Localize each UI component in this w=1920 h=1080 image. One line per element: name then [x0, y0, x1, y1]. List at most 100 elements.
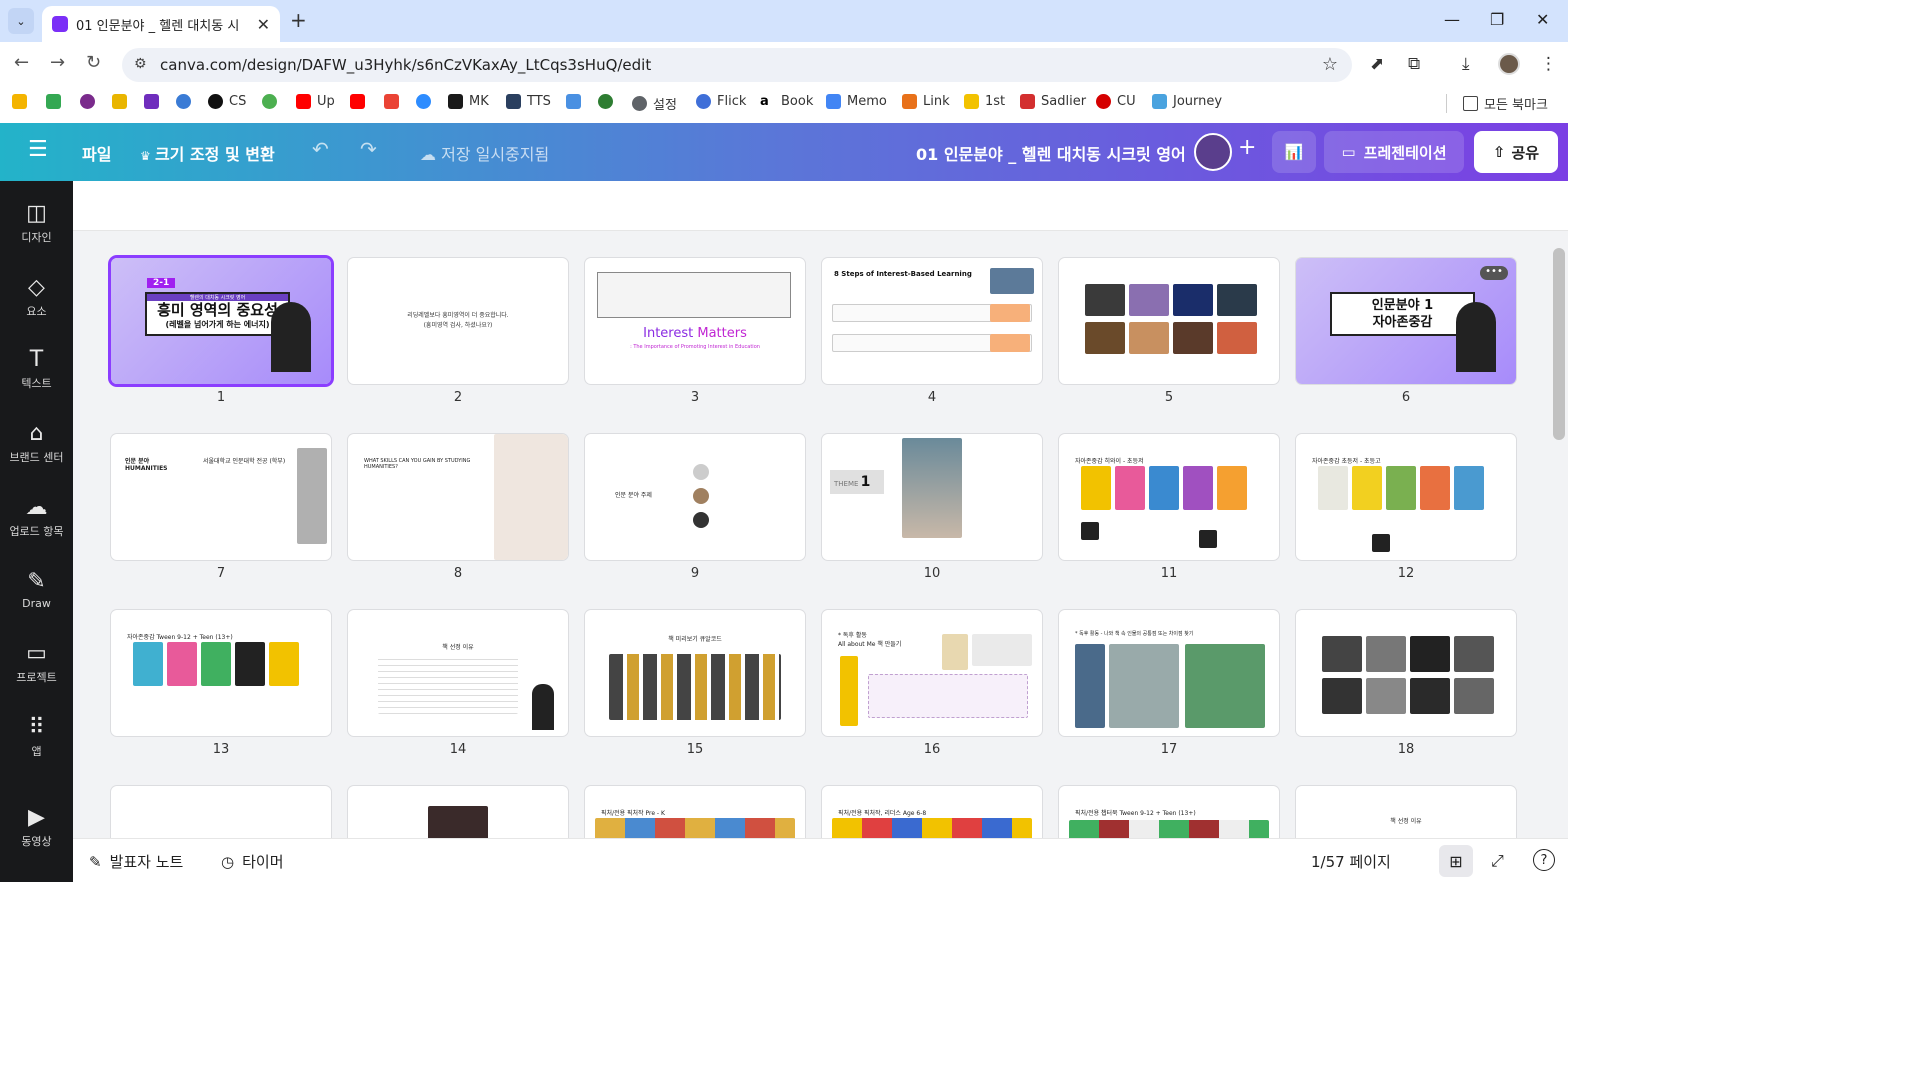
bookmark-mk[interactable]: MK [448, 94, 489, 109]
bookmark-cloud[interactable] [566, 94, 587, 109]
slide-thumbnail-22[interactable]: 픽처/전용 픽처작, 리더스 Age 6-8 [822, 786, 1042, 838]
bookmark-podcast[interactable] [80, 94, 101, 109]
undo-button[interactable]: ↶ [312, 137, 329, 161]
bookmark-flick[interactable]: Flick [696, 94, 746, 109]
bookmark-cu[interactable]: CU [1096, 94, 1136, 109]
bookmark-1st[interactable]: 1st [964, 94, 1005, 109]
bookmark-youtube[interactable] [350, 94, 371, 109]
slide-thumbnail-12[interactable]: 자아존중감 초등저 - 초등고 [1296, 434, 1516, 560]
redo-button[interactable]: ↷ [360, 137, 377, 161]
bookmark-link[interactable]: Link [902, 94, 950, 109]
slide-thumbnail-9[interactable]: 인문 분야 주제 [585, 434, 805, 560]
slide-thumbnail-20[interactable] [348, 786, 568, 838]
bookmark-up[interactable]: Up [296, 94, 335, 109]
slide-thumbnail-2[interactable]: 리딩레벨보다 흥미영역이 더 중요합니다. (흥미영역 검사, 하셨나요?) [348, 258, 568, 384]
crown-icon: ♛ [140, 149, 155, 163]
team-avatar[interactable] [1194, 133, 1232, 171]
slide-thumbnail-17[interactable]: * 독후 활동 - 나와 책 속 인물의 공통점 또는 차이점 찾기 [1059, 610, 1279, 736]
bookmark-sadlier[interactable]: Sadlier [1020, 94, 1086, 109]
sidebar-item-uploads[interactable]: ☁ 업로드 항목 [0, 495, 73, 539]
bookmark-zoom[interactable] [416, 94, 437, 109]
browser-menu-icon[interactable]: ⋮ [1540, 54, 1557, 74]
timer-button[interactable]: ◷ 타이머 [221, 851, 284, 872]
maximize-button[interactable]: ❐ [1490, 10, 1504, 29]
more-options-icon[interactable]: ••• [1480, 266, 1508, 280]
browser-tab[interactable]: 01 인문분야 _ 헬렌 대치동 시 ✕ [42, 6, 280, 42]
fullscreen-icon[interactable]: ⤢ [1491, 851, 1504, 871]
bookmark-star-icon[interactable]: ☆ [1322, 54, 1338, 75]
close-window-button[interactable]: ✕ [1536, 10, 1549, 29]
slide-thumbnail-7[interactable]: 인문 분야 HUMANITIES 서울대학교 인문대학 전공 (학부) [111, 434, 331, 560]
file-menu[interactable]: 파일 [82, 141, 111, 165]
tab-search-button[interactable]: ⌄ [8, 8, 34, 34]
slide-thumbnail-4[interactable]: 8 Steps of Interest-Based Learning [822, 258, 1042, 384]
slide-thumbnail-21[interactable]: 픽처/전용 픽처작 Pre - K [585, 786, 805, 838]
bookmark-app[interactable] [144, 94, 165, 109]
slide-thumbnail-16[interactable]: * 독후 활동 All about Me 책 만들기 [822, 610, 1042, 736]
slide-thumbnail-18[interactable] [1296, 610, 1516, 736]
minimize-button[interactable]: — [1444, 10, 1460, 29]
save-status[interactable]: ☁ 저장 일시중지됨 [420, 141, 549, 165]
back-button[interactable]: ← [14, 52, 29, 73]
presenter-notes-button[interactable]: ✎ 발표자 노트 [89, 851, 183, 872]
all-bookmarks[interactable]: 모든 북마크 [1446, 94, 1548, 113]
slide-thumbnail-24[interactable]: 책 선정 이유 [1296, 786, 1516, 838]
share-button[interactable]: ⇧ 공유 [1474, 131, 1558, 173]
sidebar-item-projects[interactable]: ▭ 프로젝트 [0, 641, 73, 685]
slide-thumbnail-13[interactable]: 자아존중감 Tween 9-12 + Teen (13+) [111, 610, 331, 736]
bookmark-tts[interactable]: TTS [506, 94, 551, 109]
close-tab-icon[interactable]: ✕ [257, 15, 270, 34]
site-info-icon[interactable]: ⚙ [134, 56, 147, 72]
bookmark-journey[interactable]: Journey [1152, 94, 1222, 109]
resize-button[interactable]: ♛ 크기 조정 및 변환 [140, 141, 275, 165]
sidebar-item-text[interactable]: T 텍스트 [0, 347, 73, 391]
bookmark-gmail[interactable] [384, 94, 405, 109]
extensions-puzzle-icon[interactable]: ⧉ [1408, 54, 1420, 74]
omnibox[interactable]: ⚙ canva.com/design/DAFW_u3Hyhk/s6nCzVKax… [122, 48, 1352, 82]
presenter-photo [1456, 302, 1496, 372]
slide-thumbnail-15[interactable]: 책 미리보기 큐알코드 [585, 610, 805, 736]
add-collaborator-button[interactable]: + [1238, 135, 1256, 160]
slide-thumbnail-1[interactable]: 2-1 헬렌의 대치동 시크릿 영어 흥미 영역의 중요성 (레벨을 넘어가게 … [111, 258, 331, 384]
menu-icon[interactable]: ☰ [28, 137, 48, 162]
grid-view-icon[interactable]: ⊞ [1439, 845, 1473, 877]
bookmark-cs[interactable]: CS [208, 94, 246, 109]
help-icon[interactable]: ? [1533, 849, 1555, 871]
page-indicator[interactable]: 1/57 페이지 [1311, 851, 1391, 872]
bookmark-drive[interactable] [12, 94, 33, 109]
new-tab-button[interactable]: + [290, 8, 307, 32]
slide-thumbnail-8[interactable]: WHAT SKILLS CAN YOU GAIN BY STUDYING HUM… [348, 434, 568, 560]
bookmark-c[interactable] [176, 94, 197, 109]
slide-thumbnail-10[interactable]: THEME 1 [822, 434, 1042, 560]
sidebar-item-apps[interactable]: ⠿ 앱 [0, 715, 73, 759]
bookmark-star[interactable] [598, 94, 619, 109]
sidebar-item-elements[interactable]: ◇ 요소 [0, 275, 73, 319]
sidebar-item-videos[interactable]: ▶ 동영상 [0, 805, 73, 849]
bookmark-green[interactable] [262, 94, 283, 109]
bookmark-classroom[interactable] [112, 94, 133, 109]
extension-icon[interactable]: ⬈ [1370, 54, 1384, 74]
url-text[interactable]: canva.com/design/DAFW_u3Hyhk/s6nCzVKaxAy… [160, 56, 651, 74]
download-icon[interactable]: ⤓ [1462, 54, 1470, 74]
slide-thumbnail-5[interactable] [1059, 258, 1279, 384]
document-title[interactable]: 01 인문분야 _ 헬렌 대치동 시크릿 영어 [916, 141, 1186, 165]
bookmark-chat[interactable] [46, 94, 67, 109]
bookmark-settings[interactable]: 설정 [632, 94, 677, 113]
forward-button[interactable]: → [50, 52, 65, 73]
bookmark-memo[interactable]: Memo [826, 94, 887, 109]
present-button[interactable]: ▭ 프레젠테이션 [1324, 131, 1464, 173]
reload-button[interactable]: ↻ [86, 52, 101, 73]
sidebar-item-design[interactable]: ◫ 디자인 [0, 201, 73, 245]
slide-thumbnail-14[interactable]: 책 선정 이유 [348, 610, 568, 736]
profile-avatar[interactable] [1498, 53, 1520, 75]
slide-thumbnail-6[interactable]: 인문분야 1 자아존중감 ••• [1296, 258, 1516, 384]
insights-icon[interactable]: 📊 [1272, 131, 1316, 173]
slide-thumbnail-3[interactable]: Interest Matters : The Importance of Pro… [585, 258, 805, 384]
scrollbar-thumb[interactable] [1553, 248, 1565, 440]
sidebar-item-brand[interactable]: ⌂ 브랜드 센터 [0, 421, 73, 465]
sidebar-item-draw[interactable]: ✎ Draw [0, 569, 73, 610]
slide-thumbnail-23[interactable]: 픽처/전용 챕터북 Tween 9-12 + Teen (13+) [1059, 786, 1279, 838]
bookmark-book[interactable]: a Book [760, 94, 813, 109]
slide-thumbnail-11[interactable]: 자아존중감 히와이 - 초등저 [1059, 434, 1279, 560]
slide-thumbnail-19[interactable] [111, 786, 331, 838]
